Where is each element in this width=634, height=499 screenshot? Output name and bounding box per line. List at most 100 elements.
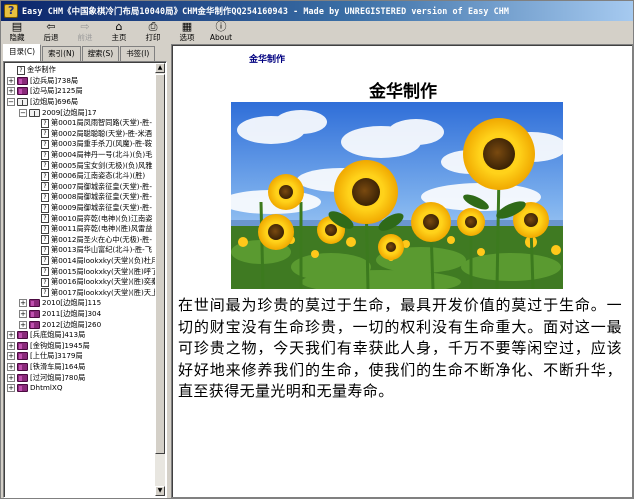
toolbar-button-0[interactable]: ▤ 隐藏 [3, 21, 31, 43]
tab-1[interactable]: 索引(N) [42, 46, 81, 61]
tree-item[interactable]: ? 第0006局江南姿态(北斗)(胜) [7, 171, 157, 182]
scroll-down-button[interactable]: ▼ [155, 486, 165, 496]
tree-item[interactable]: ? 第0003局重手杀刀(风魔)-胜-鞍 [7, 139, 157, 150]
tree-item[interactable]: ? 第0014局lookxky(天堂)(负)杜月 [7, 256, 157, 267]
expand-icon[interactable]: + [19, 309, 27, 318]
toolbar-button-1[interactable]: ⇦ 后退 [37, 21, 65, 43]
expand-icon[interactable]: + [7, 76, 15, 85]
tree-item[interactable]: ? 第0013局华山富纪(北斗)-胜-飞 [7, 245, 157, 256]
help-page-icon: ? [41, 118, 49, 128]
toolbar-button-2[interactable]: ⇨ 前进 [71, 21, 99, 43]
tree-item[interactable]: ? 第0008局御城亲征皇(天堂)-胜- [7, 192, 157, 203]
tree-item-label: [边马局]2125局 [30, 86, 83, 96]
expand-icon[interactable]: + [7, 373, 15, 382]
toolbar-button-5[interactable]: ▦ 选项 [173, 21, 201, 43]
tree-item[interactable]: ? 第0005局宝女剑(无极)(负)风雅 [7, 160, 157, 171]
expand-icon[interactable]: + [19, 299, 27, 308]
tree-item[interactable]: ? 第0012局圣火在心中(无极)-胜- [7, 235, 157, 246]
tab-2[interactable]: 搜索(S) [81, 46, 120, 61]
book-icon [17, 76, 28, 85]
toolbar-button-6[interactable]: ⓘ About [207, 21, 235, 43]
tree-item-label: 第0006局江南姿态(北斗)(胜) [51, 171, 146, 181]
header-link[interactable]: 金华制作 [249, 52, 285, 65]
tree-item[interactable]: ? 第0010局弈乾(电神)(负)江南姿 [7, 213, 157, 224]
tree-item[interactable]: − 2009[边炮局]17 [7, 107, 157, 118]
tree-item[interactable]: + [上仕局]3179局 [7, 351, 157, 362]
expand-icon[interactable]: + [7, 362, 15, 371]
tree-item-label: 第0004局神丹一号(北斗)(负)毛 [51, 150, 153, 160]
navigation-tabs: 目录(C) 索引(N) 搜索(S) 书签(I) [3, 44, 167, 61]
book-icon [29, 320, 40, 329]
topic-content-pane: 金华制作 金华制作 在世间最为珍贵的莫过于生命，最具开发价值的莫过于生命。一切的… [171, 44, 633, 498]
expand-icon[interactable]: + [7, 352, 15, 361]
tree-item[interactable]: ? 第0015局lookxky(天堂)(胜)呼了 [7, 266, 157, 277]
tree-item[interactable]: + [铁滑车局]164局 [7, 362, 157, 373]
back-arrow-icon: ⇦ [46, 20, 56, 33]
toolbar-button-label: 打印 [145, 33, 161, 42]
tree-scrollbar[interactable]: ▲ ▼ [155, 63, 165, 496]
tree-item-label: 第0005局宝女剑(无极)(负)风雅 [51, 160, 153, 170]
tree-item[interactable]: +2010[边炮局]115 [7, 298, 157, 309]
toolbar: ▤ 隐藏 ⇦ 后退 ⇨ 前进 ⌂ 主页 ⎙ 打印 ▦ 选项 ⓘ About [1, 21, 633, 43]
help-page-icon: ? [41, 224, 49, 234]
tree-item[interactable]: + [金钩炮局]1945局 [7, 340, 157, 351]
expand-icon[interactable]: + [7, 384, 15, 393]
tree-item-label: 2011[边炮局]304 [42, 308, 102, 318]
expand-icon[interactable]: + [19, 320, 27, 329]
tree-item-label: [边兵局]738局 [30, 75, 79, 85]
tree-item[interactable]: ? 第0016局lookxky(天堂)(胜)奕秦 [7, 277, 157, 288]
help-page-icon: ? [41, 256, 49, 266]
tree-item-label: 第0013局华山富纪(北斗)-胜-飞 [51, 245, 152, 255]
tree-item[interactable]: +2012[边炮局]260 [7, 319, 157, 330]
expand-icon[interactable]: + [7, 341, 15, 350]
tree-item-label: 第0015局lookxky(天堂)(胜)呼了 [51, 266, 157, 276]
tree-item[interactable]: + [过河炮局]780局 [7, 372, 157, 383]
collapse-icon[interactable]: − [19, 108, 27, 117]
tree-item[interactable]: ? 第0007局御城亲征皇(天堂)-胜- [7, 182, 157, 193]
chm-app-icon[interactable] [4, 4, 18, 18]
tree-item-label: 第0014局lookxky(天堂)(负)杜月 [51, 255, 157, 265]
tree-item-label: 第0017局lookxky(天堂)(胜)天上 [51, 287, 157, 297]
tree-item[interactable]: ? 第0004局神丹一号(北斗)(负)毛 [7, 150, 157, 161]
home-icon: ⌂ [115, 20, 123, 33]
tree-item-label: 第0003局重手杀刀(风魔)-胜-鞍 [51, 139, 152, 149]
tree-item-label: [金钩炮局]1945局 [30, 340, 90, 350]
toolbar-button-label: 后退 [43, 33, 59, 42]
title-bar[interactable]: Easy CHM《中国象棋冷门布局10040局》CHM金华制作QQ2541609… [1, 1, 633, 21]
book-icon [17, 87, 28, 96]
tree-item[interactable]: + [兵底炮局]413局 [7, 330, 157, 341]
tab-0[interactable]: 目录(C) [3, 44, 42, 61]
about-icon: ⓘ [215, 20, 227, 33]
help-page-icon: ? [41, 245, 49, 255]
tree-item[interactable]: ? 第0017局lookxky(天堂)(胜)天上 [7, 287, 157, 298]
tree-item[interactable]: ? 第0002局聪聪聪(天堂)-胜-米酒 [7, 129, 157, 140]
tree-item-label: [上仕局]3179局 [30, 351, 83, 361]
toolbar-button-label: 前进 [77, 33, 93, 42]
tree-item[interactable]: ? 第0009局御城亲征皇(天堂)-胜- [7, 203, 157, 214]
toolbar-button-3[interactable]: ⌂ 主页 [105, 21, 133, 43]
tree-item[interactable]: + DhtmlXQ [7, 383, 157, 394]
tree-item[interactable]: ? 金华制作 [7, 65, 157, 76]
scroll-up-button[interactable]: ▲ [155, 63, 165, 73]
tree-item[interactable]: ? 第0001局凤雨智同路(天堂)-胜- [7, 118, 157, 129]
collapse-icon[interactable]: − [7, 98, 15, 107]
tree-item-label: 第0016局lookxky(天堂)(胜)奕秦 [51, 277, 157, 287]
toolbar-button-4[interactable]: ⎙ 打印 [139, 21, 167, 43]
tree-item[interactable]: − [边炮局]696局 [7, 97, 157, 108]
contents-tree: ? 金华制作 + [边兵局]738局 + [边马局]2125局 − [边炮局]696局 −200… [7, 65, 157, 495]
tab-3[interactable]: 书签(I) [120, 46, 156, 61]
scroll-thumb[interactable] [155, 74, 165, 454]
expand-icon[interactable]: + [7, 87, 15, 96]
tree-item[interactable]: + [边兵局]738局 [7, 76, 157, 87]
tree-item-label: 第0009局御城亲征皇(天堂)-胜- [51, 203, 152, 213]
expand-icon[interactable]: + [7, 331, 15, 340]
tree-item[interactable]: ? 第0011局弈乾(电神)(胜)风雷益 [7, 224, 157, 235]
tree-item[interactable]: + [边马局]2125局 [7, 86, 157, 97]
tree-item[interactable]: +2011[边炮局]304 [7, 309, 157, 320]
